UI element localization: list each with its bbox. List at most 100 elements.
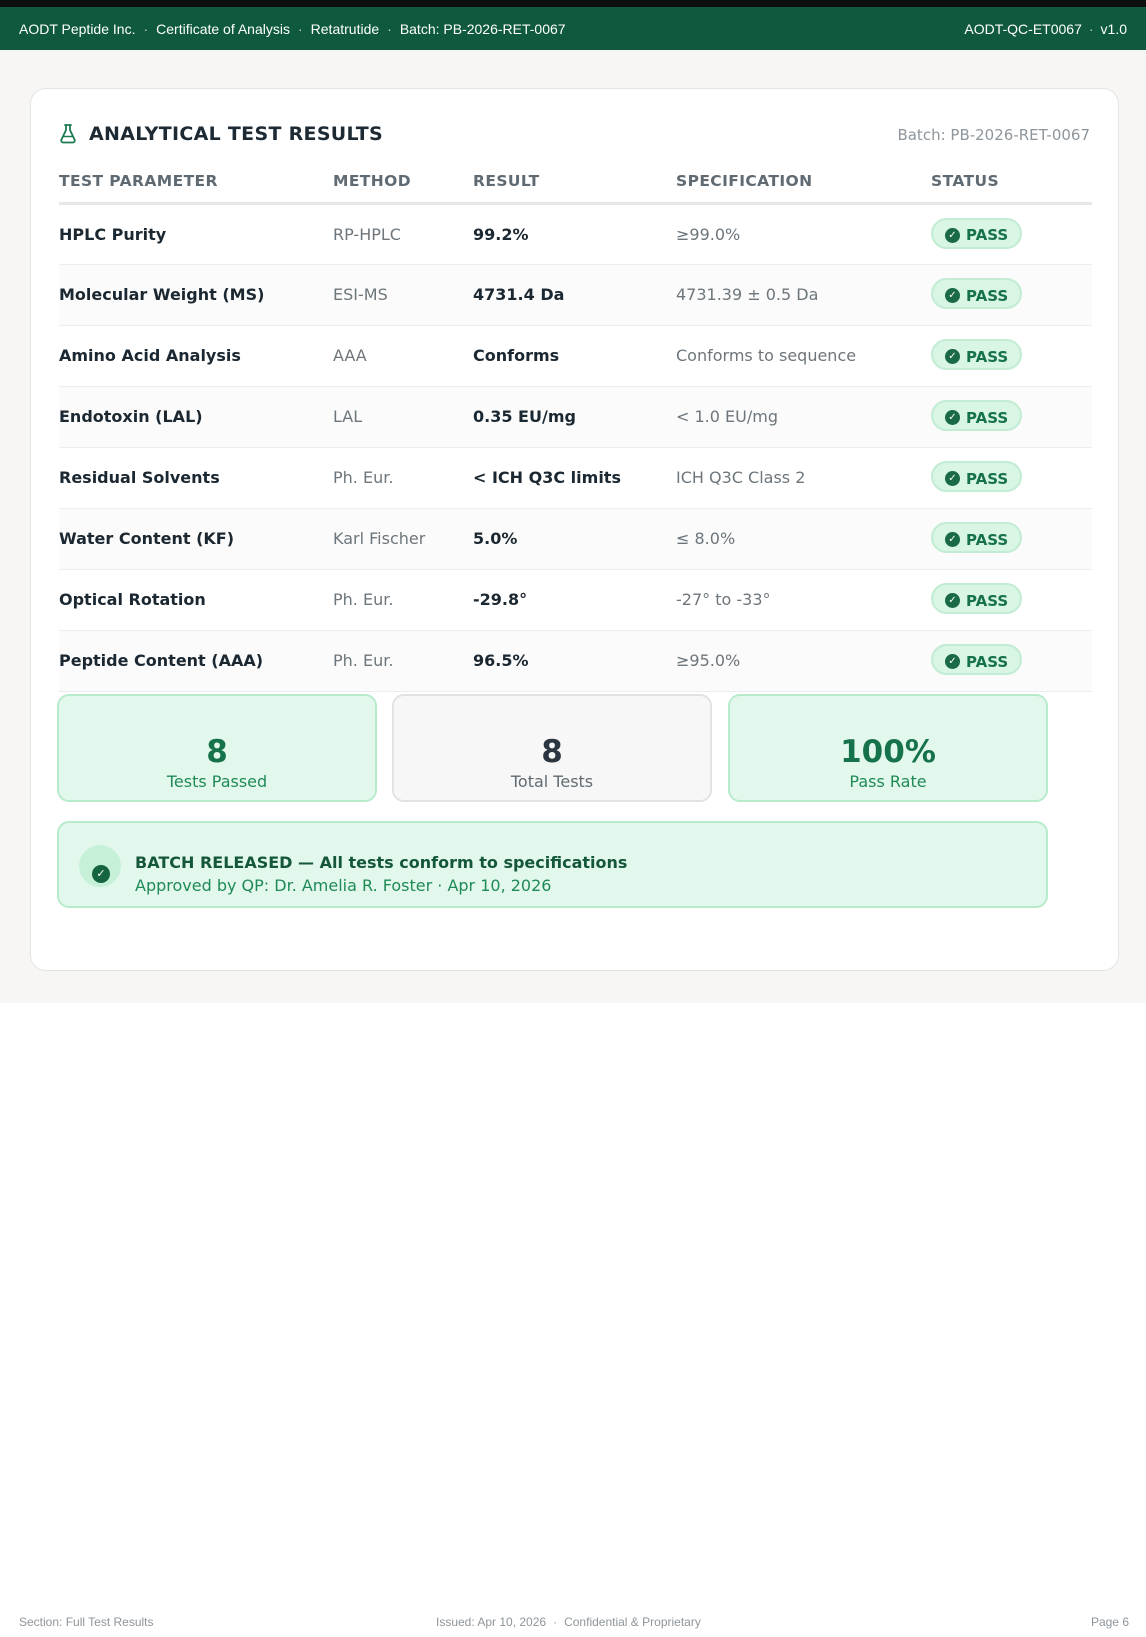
method-cell: RP-HPLC bbox=[333, 203, 473, 265]
test-parameter-cell: Residual Solvents bbox=[59, 447, 333, 509]
card-header: ANALYTICAL TEST RESULTS Batch: PB-2026-R… bbox=[59, 123, 1090, 153]
status-badge: ✓ PASS bbox=[931, 339, 1023, 370]
check-circle-icon: ✓ bbox=[945, 227, 960, 243]
status-cell: ✓ PASS bbox=[931, 203, 1092, 265]
method-cell: LAL bbox=[333, 386, 473, 448]
document-footer: Section: Full Test Results Issued: Apr 1… bbox=[0, 1607, 1146, 1637]
company-name: AODT Peptide Inc. bbox=[19, 20, 136, 37]
table-header-row: TEST PARAMETER METHOD RESULT SPECIFICATI… bbox=[59, 161, 1092, 205]
table-row: Residual Solvents Ph. Eur. < ICH Q3C limit… bbox=[59, 447, 1092, 509]
method-cell: Ph. Eur. bbox=[333, 569, 473, 631]
result-cell: 4731.4 Da bbox=[473, 264, 676, 326]
status-badge: ✓ PASS bbox=[931, 217, 1023, 249]
test-parameter-cell: Peptide Content (AAA) bbox=[59, 630, 333, 692]
status-badge: ✓ PASS bbox=[931, 522, 1023, 553]
result-cell: < ICH Q3C limits bbox=[473, 447, 676, 509]
table-row: Peptide Content (AAA) Ph. Eur. 96.5% ≥95.0%… bbox=[59, 630, 1092, 692]
batch-reference: Batch: PB-2026-RET-0067 bbox=[897, 126, 1090, 144]
total-tests-label: Total Tests bbox=[510, 772, 594, 791]
footer-confidentiality: Confidential & Proprietary bbox=[564, 1615, 701, 1629]
result-cell: 99.2% bbox=[473, 203, 676, 265]
specification-cell: ICH Q3C Class 2 bbox=[676, 447, 931, 509]
method-cell: ESI-MS bbox=[333, 264, 473, 326]
product-name: Retatrutide bbox=[310, 20, 380, 37]
test-parameter-cell: Amino Acid Analysis bbox=[59, 325, 333, 387]
table-row: HPLC Purity RP-HPLC 99.2% ≥99.0% ✓ PASS bbox=[59, 203, 1092, 265]
footer-issue-info: Issued: Apr 10, 2026 · Confidential & Prop… bbox=[436, 1615, 701, 1629]
status-cell: ✓ PASS bbox=[931, 264, 1092, 326]
footer-issued-date: Issued: Apr 10, 2026 bbox=[436, 1615, 547, 1629]
test-parameter-cell: Optical Rotation bbox=[59, 569, 333, 631]
footer-section: Section: Full Test Results bbox=[19, 1615, 154, 1629]
test-parameter-cell: Endotoxin (LAL) bbox=[59, 386, 333, 448]
specification-cell: ≥99.0% bbox=[676, 203, 931, 265]
test-parameter-cell: Molecular Weight (MS) bbox=[59, 264, 333, 326]
status-text: PASS bbox=[966, 408, 1009, 427]
pass-rate-label: Pass Rate bbox=[849, 772, 927, 791]
tests-passed-label: Tests Passed bbox=[166, 772, 268, 791]
check-circle-icon: ✓ bbox=[945, 288, 960, 303]
analytical-results-card: ANALYTICAL TEST RESULTS Batch: PB-2026-R… bbox=[30, 88, 1119, 971]
status-text: PASS bbox=[966, 469, 1009, 488]
column-header: STATUS bbox=[931, 161, 1092, 205]
table-body: HPLC Purity RP-HPLC 99.2% ≥99.0% ✓ PASS Molecu… bbox=[59, 203, 1092, 692]
check-circle-icon: ✓ bbox=[945, 532, 960, 547]
check-circle-icon: ✓ bbox=[92, 865, 110, 883]
test-parameter-cell: HPLC Purity bbox=[59, 203, 333, 265]
section-title-text: ANALYTICAL TEST RESULTS bbox=[89, 123, 384, 145]
status-badge: ✓ PASS bbox=[931, 644, 1023, 675]
pass-rate-card: 100% Pass Rate bbox=[728, 694, 1048, 802]
status-text: PASS bbox=[966, 226, 1009, 244]
status-text: PASS bbox=[966, 286, 1009, 305]
table-row: Water Content (KF) Karl Fischer 5.0% ≤ 8.0%… bbox=[59, 508, 1092, 570]
document-code-group: AODT-QC-ET0067 · v1.0 bbox=[964, 21, 1127, 37]
result-cell: -29.8° bbox=[473, 569, 676, 631]
footer-page-number: Page 6 bbox=[1090, 1615, 1129, 1629]
status-text: PASS bbox=[966, 591, 1009, 610]
specification-cell: -27° to -33° bbox=[676, 569, 931, 631]
method-cell: AAA bbox=[333, 325, 473, 387]
document-type: Certificate of Analysis bbox=[156, 20, 290, 37]
status-badge: ✓ PASS bbox=[931, 461, 1023, 492]
status-cell: ✓ PASS bbox=[931, 569, 1092, 631]
method-cell: Karl Fischer bbox=[333, 508, 473, 570]
specification-cell: Conforms to sequence bbox=[676, 325, 931, 387]
document-header-bar: AODT Peptide Inc. · Certificate of Analy… bbox=[0, 0, 1146, 50]
result-cell: Conforms bbox=[473, 325, 676, 387]
status-badge: ✓ PASS bbox=[931, 400, 1023, 431]
tests-passed-card: 8 Tests Passed bbox=[57, 694, 377, 802]
breadcrumb-separator: · bbox=[387, 20, 392, 37]
status-cell: ✓ PASS bbox=[931, 386, 1092, 448]
breadcrumb-separator: · bbox=[143, 20, 149, 37]
flask-icon bbox=[59, 124, 77, 144]
status-badge: ✓ PASS bbox=[931, 278, 1023, 309]
table-row: Endotoxin (LAL) LAL 0.35 EU/mg < 1.0 EU/mg ✓… bbox=[59, 386, 1092, 448]
status-cell: ✓ PASS bbox=[931, 447, 1092, 509]
result-cell: 96.5% bbox=[473, 630, 676, 692]
status-badge: ✓ PASS bbox=[931, 583, 1023, 614]
section-title: ANALYTICAL TEST RESULTS bbox=[59, 123, 383, 145]
release-badge: ✓ bbox=[79, 845, 121, 887]
column-header: METHOD bbox=[333, 161, 473, 205]
document-version: v1.0 bbox=[1100, 20, 1127, 37]
check-circle-icon: ✓ bbox=[945, 471, 960, 486]
document-code: AODT-QC-ET0067 bbox=[964, 20, 1082, 37]
page-sheet: ANALYTICAL TEST RESULTS Batch: PB-2026-R… bbox=[0, 50, 1146, 1003]
check-circle-icon: ✓ bbox=[945, 410, 960, 425]
breadcrumb: AODT Peptide Inc. · Certificate of Analy… bbox=[19, 21, 566, 37]
status-text: PASS bbox=[966, 652, 1009, 671]
batch-number: Batch: PB-2026-RET-0067 bbox=[399, 20, 566, 37]
table-row: Amino Acid Analysis AAA Conforms Conforms t… bbox=[59, 325, 1092, 387]
header-separator: · bbox=[1088, 20, 1094, 37]
check-circle-icon: ✓ bbox=[945, 349, 960, 364]
release-approval: Approved by QP: Dr. Amelia R. Foster · A… bbox=[135, 876, 552, 895]
table-row: Molecular Weight (MS) ESI-MS 4731.4 Da 4731… bbox=[59, 264, 1092, 326]
status-cell: ✓ PASS bbox=[931, 325, 1092, 387]
check-circle-icon: ✓ bbox=[945, 593, 960, 608]
breadcrumb-separator: · bbox=[297, 20, 303, 37]
footer-separator: · bbox=[553, 1615, 558, 1629]
specification-cell: ≥95.0% bbox=[676, 630, 931, 692]
column-header: RESULT bbox=[473, 161, 676, 205]
status-cell: ✓ PASS bbox=[931, 508, 1092, 570]
result-cell: 0.35 EU/mg bbox=[473, 386, 676, 448]
